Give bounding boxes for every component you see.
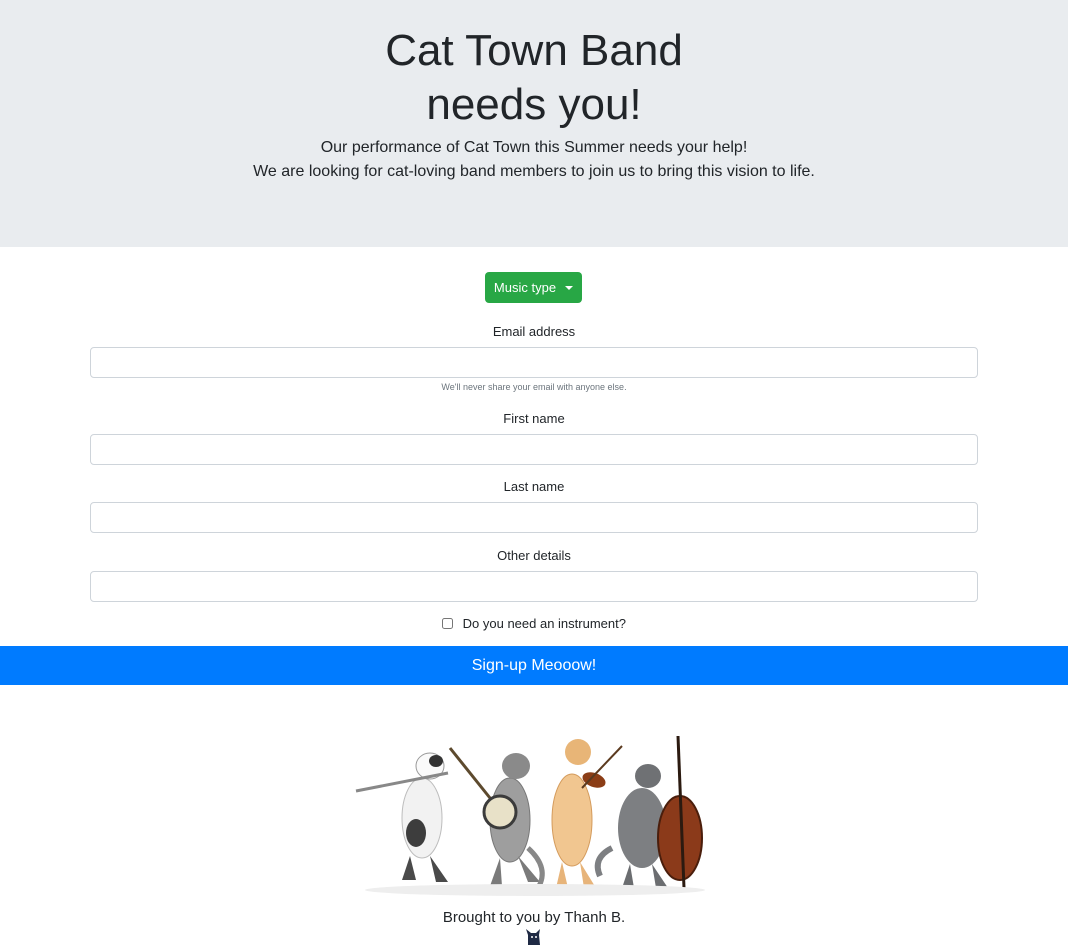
- title-line-2: needs you!: [426, 80, 642, 129]
- other-details-label: Other details: [497, 548, 571, 563]
- hero-jumbotron: Cat Town Band needs you! Our performance…: [0, 0, 1068, 247]
- signup-button[interactable]: Sign-up Meooow!: [0, 646, 1068, 685]
- last-name-label: Last name: [503, 479, 565, 494]
- instrument-checkbox[interactable]: [442, 618, 454, 629]
- banjo-cat-figure: [448, 747, 545, 890]
- caret-down-icon: [565, 285, 574, 290]
- music-type-dropdown[interactable]: Music type: [485, 272, 582, 303]
- title-line-1: Cat Town Band: [385, 26, 683, 75]
- email-label: Email address: [492, 324, 576, 339]
- instrument-check-row: Do you need an instrument?: [0, 616, 1068, 631]
- violin-cat-figure: [551, 739, 623, 888]
- cat-band-illustration: [355, 735, 705, 896]
- lead-line-1: Our performance of Cat Town this Summer …: [320, 139, 748, 156]
- last-name-field[interactable]: [90, 502, 978, 533]
- email-help-text: We'll never share your email with anyone…: [441, 382, 627, 392]
- instrument-label[interactable]: Do you need an instrument?: [463, 616, 626, 631]
- email-field[interactable]: [90, 347, 978, 378]
- first-name-label: First name: [503, 411, 565, 426]
- cat-icon: [526, 929, 540, 945]
- bass-cat-figure: [594, 735, 703, 889]
- credit-text: Brought to you by Thanh B.: [442, 909, 626, 926]
- lead-line-2: We are looking for cat-loving band membe…: [253, 163, 815, 180]
- flute-cat-figure: [355, 752, 449, 882]
- music-type-label: Music type: [493, 280, 557, 295]
- lead-text: Our performance of Cat Town this Summer …: [0, 136, 1068, 184]
- first-name-field[interactable]: [90, 434, 978, 465]
- other-details-field[interactable]: [90, 571, 978, 602]
- page-title: Cat Town Band needs you!: [0, 24, 1068, 132]
